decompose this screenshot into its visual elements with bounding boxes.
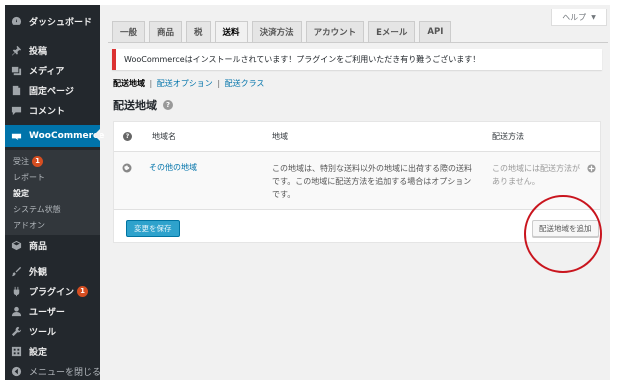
tab-checkout[interactable]: 決済方法 [251, 21, 302, 42]
sidebar-item-products[interactable]: 商品 [5, 235, 100, 255]
submenu-item-reports[interactable]: レポート [13, 170, 45, 184]
dashboard-icon [11, 16, 22, 27]
settings-tabs: 一般 商品 税 送料 決済方法 アカウント Eメール API [112, 21, 455, 42]
sidebar-item-comments[interactable]: コメント [5, 100, 100, 120]
zone-region-description: この地域は、特別な送料以外の地域に出荷する際の送料です。この地域に配送方法を追加… [272, 164, 472, 199]
collapse-icon [11, 366, 22, 377]
subnav-separator: | [217, 79, 221, 88]
sidebar-item-woocommerce[interactable]: WooCommerce [5, 125, 105, 147]
subnav-separator: | [149, 79, 153, 88]
page-title: 配送地域 ? [113, 97, 173, 113]
user-icon [11, 306, 22, 317]
submenu-item-orders[interactable]: 受注 1 [13, 154, 43, 168]
tab-tax[interactable]: 税 [186, 21, 211, 42]
add-method-icon[interactable] [587, 164, 596, 173]
help-tab-button[interactable]: ヘルプ ▼ [551, 9, 607, 26]
pin-icon [11, 45, 22, 56]
sidebar-item-tools[interactable]: ツール [5, 321, 100, 341]
tab-products[interactable]: 商品 [149, 21, 183, 42]
wrench-icon [11, 326, 22, 337]
zone-name-link[interactable]: その他の地域 [149, 162, 197, 173]
tab-api[interactable]: API [419, 21, 452, 42]
sidebar-item-users[interactable]: ユーザー [5, 301, 100, 321]
settings-icon [11, 346, 22, 357]
sidebar-item-pages[interactable]: 固定ページ [5, 80, 100, 100]
tab-shipping[interactable]: 送料 [214, 21, 248, 42]
product-icon [11, 240, 22, 251]
tab-email[interactable]: Eメール [368, 21, 416, 42]
save-changes-button[interactable]: 変更を保存 [126, 220, 180, 237]
tab-account[interactable]: アカウント [305, 21, 365, 42]
tabs-divider [108, 42, 608, 43]
sidebar-item-posts[interactable]: 投稿 [5, 40, 100, 60]
zone-methods-empty: この地域には配送方法がありません。 [492, 164, 580, 186]
plugin-icon [11, 286, 22, 297]
sort-help-icon: ? [123, 132, 132, 141]
sidebar-item-plugins[interactable]: プラグイン 1 [5, 281, 100, 301]
wp-admin-window: ダッシュボード 投稿 メディア 固定ページ コメント WooCommerce 受… [5, 5, 610, 380]
orders-count-badge: 1 [32, 155, 43, 167]
submenu-item-settings[interactable]: 設定 [13, 186, 29, 200]
brush-icon [11, 266, 22, 277]
install-notice: WooCommerceはインストールされています！プラグインをご利用いただき有り… [112, 49, 602, 70]
subnav-shipping-classes[interactable]: 配送クラス [225, 79, 265, 88]
media-icon [11, 65, 22, 76]
current-menu-arrow [94, 129, 100, 141]
subnav-shipping-zones[interactable]: 配送地域 [113, 79, 145, 88]
sidebar-item-settings[interactable]: 設定 [5, 341, 100, 361]
notice-text: WooCommerceはインストールされています！プラグインをご利用いただき有り… [124, 55, 481, 64]
plugins-count-badge: 1 [77, 285, 89, 297]
submenu-item-addons[interactable]: アドオン [13, 218, 45, 232]
page-icon [11, 85, 22, 96]
shipping-subnav: 配送地域 | 配送オプション | 配送クラス [113, 78, 264, 89]
sidebar-item-media[interactable]: メディア [5, 60, 100, 80]
admin-sidebar: ダッシュボード 投稿 メディア 固定ページ コメント WooCommerce 受… [5, 5, 105, 380]
comment-icon [11, 105, 22, 116]
subnav-shipping-options[interactable]: 配送オプション [157, 79, 213, 88]
help-tip-icon[interactable]: ? [163, 100, 173, 110]
globe-icon [122, 163, 132, 173]
column-zone-name: 地域名 [152, 132, 176, 141]
column-shipping-methods: 配送方法 [492, 132, 524, 141]
caret-down-icon: ▼ [591, 13, 596, 21]
highlight-annotation-circle [524, 195, 602, 273]
woocommerce-icon [11, 131, 22, 142]
collapse-menu-button[interactable]: メニューを閉じる [5, 361, 101, 380]
column-zone-region: 地域 [272, 132, 288, 141]
woocommerce-submenu: 受注 1 レポート 設定 システム状態 アドオン [5, 150, 100, 235]
submenu-item-system-status[interactable]: システム状態 [13, 202, 61, 216]
table-header: ? 地域名 地域 配送方法 [114, 122, 600, 152]
sidebar-item-dashboard[interactable]: ダッシュボード [5, 11, 100, 31]
tab-general[interactable]: 一般 [112, 21, 146, 42]
sidebar-item-appearance[interactable]: 外観 [5, 261, 100, 281]
table-row: その他の地域 この地域は、特別な送料以外の地域に出荷する際の送料です。この地域に… [114, 152, 600, 210]
